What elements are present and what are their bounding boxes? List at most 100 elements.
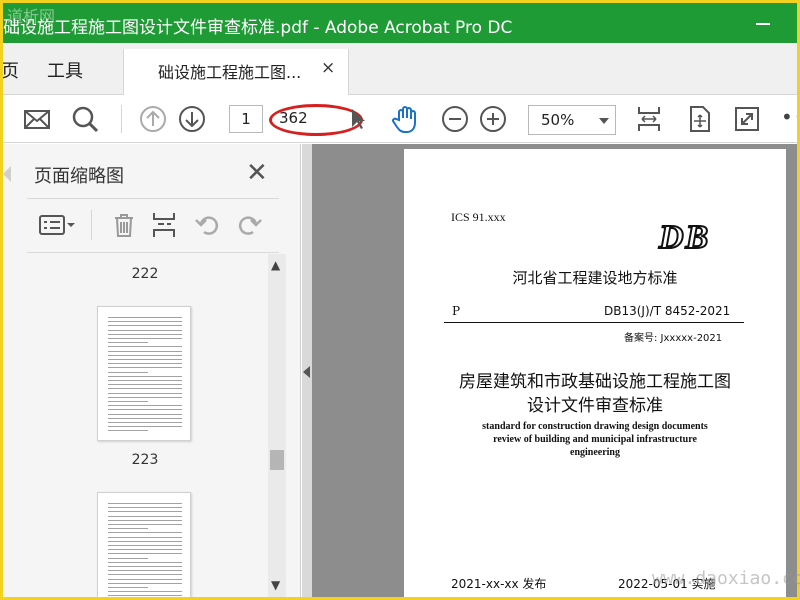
thumb-text-line bbox=[108, 426, 182, 428]
thumbnail-panel: 页面缩略图 ✕ 222 223 ▲ ▼ bbox=[3, 144, 301, 597]
rotate-left-icon[interactable] bbox=[193, 210, 223, 240]
hand-icon[interactable] bbox=[390, 103, 422, 135]
thumb-text-line bbox=[108, 422, 182, 423]
doc-rule bbox=[444, 322, 744, 323]
thumb-text-line bbox=[108, 595, 182, 597]
chevron-left-icon bbox=[303, 366, 310, 378]
page-number-input[interactable]: 1 bbox=[229, 105, 263, 133]
doc-english-title: engineering bbox=[570, 447, 620, 458]
scrollbar-thumb[interactable] bbox=[270, 450, 284, 470]
thumb-text-line bbox=[108, 536, 182, 538]
watermark-bottom: www.daoxiao.com bbox=[652, 568, 800, 589]
thumb-text-line bbox=[108, 317, 182, 318]
thumb-text-line bbox=[108, 511, 182, 513]
more-options-icon[interactable]: ••• bbox=[781, 105, 797, 129]
panel-title: 页面缩略图 bbox=[34, 166, 124, 187]
page-thumbnail[interactable] bbox=[97, 492, 191, 597]
arrow-down-icon[interactable] bbox=[176, 103, 208, 135]
thumb-text-line bbox=[108, 371, 148, 373]
thumb-text-line bbox=[108, 532, 182, 534]
tab-document-label: 础设施工程施工图... bbox=[158, 63, 302, 82]
page-thumbnail[interactable] bbox=[97, 306, 191, 441]
rotate-page-icon[interactable] bbox=[683, 103, 715, 135]
scrollbar[interactable]: ▲ ▼ bbox=[268, 254, 286, 597]
thumb-text-line bbox=[108, 413, 182, 415]
options-menu-icon[interactable] bbox=[37, 210, 77, 240]
thumb-text-line bbox=[108, 333, 182, 335]
rotate-right-icon[interactable] bbox=[234, 210, 264, 240]
doc-english-title: review of building and municipal infrast… bbox=[493, 434, 697, 445]
thumb-text-line bbox=[108, 503, 182, 504]
panel-pointer bbox=[3, 166, 11, 182]
search-icon[interactable] bbox=[69, 103, 101, 135]
panel-collapse-handle[interactable] bbox=[302, 144, 312, 597]
thumb-text-line bbox=[108, 392, 182, 394]
title-bar: 础设施工程施工图设计文件审查标准.pdf - Adobe Acrobat Pro… bbox=[3, 3, 797, 43]
minimize-button[interactable] bbox=[744, 7, 784, 39]
extract-page-icon[interactable] bbox=[149, 210, 179, 240]
watermark-top: 道析网 bbox=[7, 7, 56, 26]
zoom-in-icon[interactable] bbox=[477, 103, 509, 135]
thumb-text-line bbox=[108, 409, 182, 411]
thumb-text-line bbox=[108, 363, 182, 365]
thumb-text-line bbox=[108, 430, 148, 432]
panel-divider bbox=[27, 252, 279, 253]
doc-issue-date: 2021-xx-xx 发布 bbox=[451, 577, 547, 591]
thumb-text-line bbox=[108, 350, 182, 352]
select-cursor-icon[interactable] bbox=[348, 107, 368, 131]
doc-ics: ICS 91.xxx bbox=[451, 210, 506, 224]
delete-icon[interactable] bbox=[109, 210, 139, 240]
fit-page-icon[interactable] bbox=[633, 103, 665, 135]
thumb-text-line bbox=[108, 519, 182, 521]
app-window: 础设施工程施工图设计文件审查标准.pdf - Adobe Acrobat Pro… bbox=[3, 3, 797, 597]
doc-english-title: standard for construction drawing design… bbox=[482, 421, 708, 432]
thumb-text-line bbox=[108, 354, 182, 356]
thumb-text-line bbox=[108, 515, 182, 517]
panel-close-icon[interactable]: ✕ bbox=[246, 158, 268, 188]
toolbar: 1 362 50% • bbox=[3, 95, 797, 143]
window-title: 础设施工程施工图设计文件审查标准.pdf - Adobe Acrobat Pro… bbox=[3, 18, 513, 38]
thumb-text-line bbox=[108, 346, 182, 348]
thumb-text-line bbox=[108, 417, 182, 419]
thumb-text-line bbox=[108, 380, 182, 381]
thumb-text-line bbox=[108, 578, 182, 580]
thumb-text-line bbox=[108, 321, 182, 323]
mail-icon[interactable] bbox=[21, 103, 53, 135]
thumb-text-line bbox=[108, 549, 182, 551]
zoom-select[interactable]: 50% bbox=[528, 105, 616, 135]
tab-tools[interactable]: 工具 bbox=[47, 57, 83, 83]
doc-title-line2: 设计文件审查标准 bbox=[527, 396, 663, 416]
doc-db-logo: DB bbox=[658, 218, 711, 257]
tab-bar: 页 工具 础设施工程施工图... × bbox=[3, 43, 797, 95]
thumb-text-line bbox=[108, 396, 182, 398]
doc-title-line1: 房屋建筑和市政基础设施工程施工图 bbox=[459, 372, 731, 392]
doc-p: P bbox=[452, 304, 461, 318]
scroll-down-icon[interactable]: ▼ bbox=[271, 578, 280, 592]
scroll-up-icon[interactable]: ▲ bbox=[271, 258, 280, 272]
panel-toolbar bbox=[3, 204, 301, 250]
thumb-label: 222 bbox=[131, 266, 159, 282]
toolbar-separator bbox=[121, 105, 122, 133]
document-view[interactable]: ICS 91.xxx DB 河北省工程建设地方标准 P DB13(J)/T 84… bbox=[302, 144, 797, 597]
thumb-text-line bbox=[108, 401, 148, 402]
zoom-out-icon[interactable] bbox=[439, 103, 471, 135]
tab-close-icon[interactable]: × bbox=[321, 58, 335, 78]
tab-document[interactable]: 础设施工程施工图... × bbox=[123, 49, 349, 95]
thumb-text-line bbox=[108, 540, 182, 542]
thumb-text-line bbox=[108, 557, 148, 559]
thumb-text-line bbox=[108, 342, 148, 344]
panel-separator bbox=[91, 210, 92, 240]
thumb-text-line bbox=[108, 553, 182, 555]
tab-home[interactable]: 页 bbox=[3, 57, 19, 83]
doc-filing-number: 备案号: Jxxxxx-2021 bbox=[624, 333, 723, 344]
thumb-text-line bbox=[108, 528, 148, 530]
minimize-icon bbox=[756, 23, 770, 25]
thumb-text-line bbox=[108, 574, 182, 576]
fullscreen-icon[interactable] bbox=[731, 103, 763, 135]
thumb-text-line bbox=[108, 591, 182, 593]
thumb-text-line bbox=[108, 587, 148, 588]
doc-code: DB13(J)/T 8452-2021 bbox=[604, 304, 731, 318]
arrow-up-icon[interactable] bbox=[137, 103, 169, 135]
thumb-text-line bbox=[108, 582, 182, 584]
thumb-text-line bbox=[108, 566, 182, 567]
